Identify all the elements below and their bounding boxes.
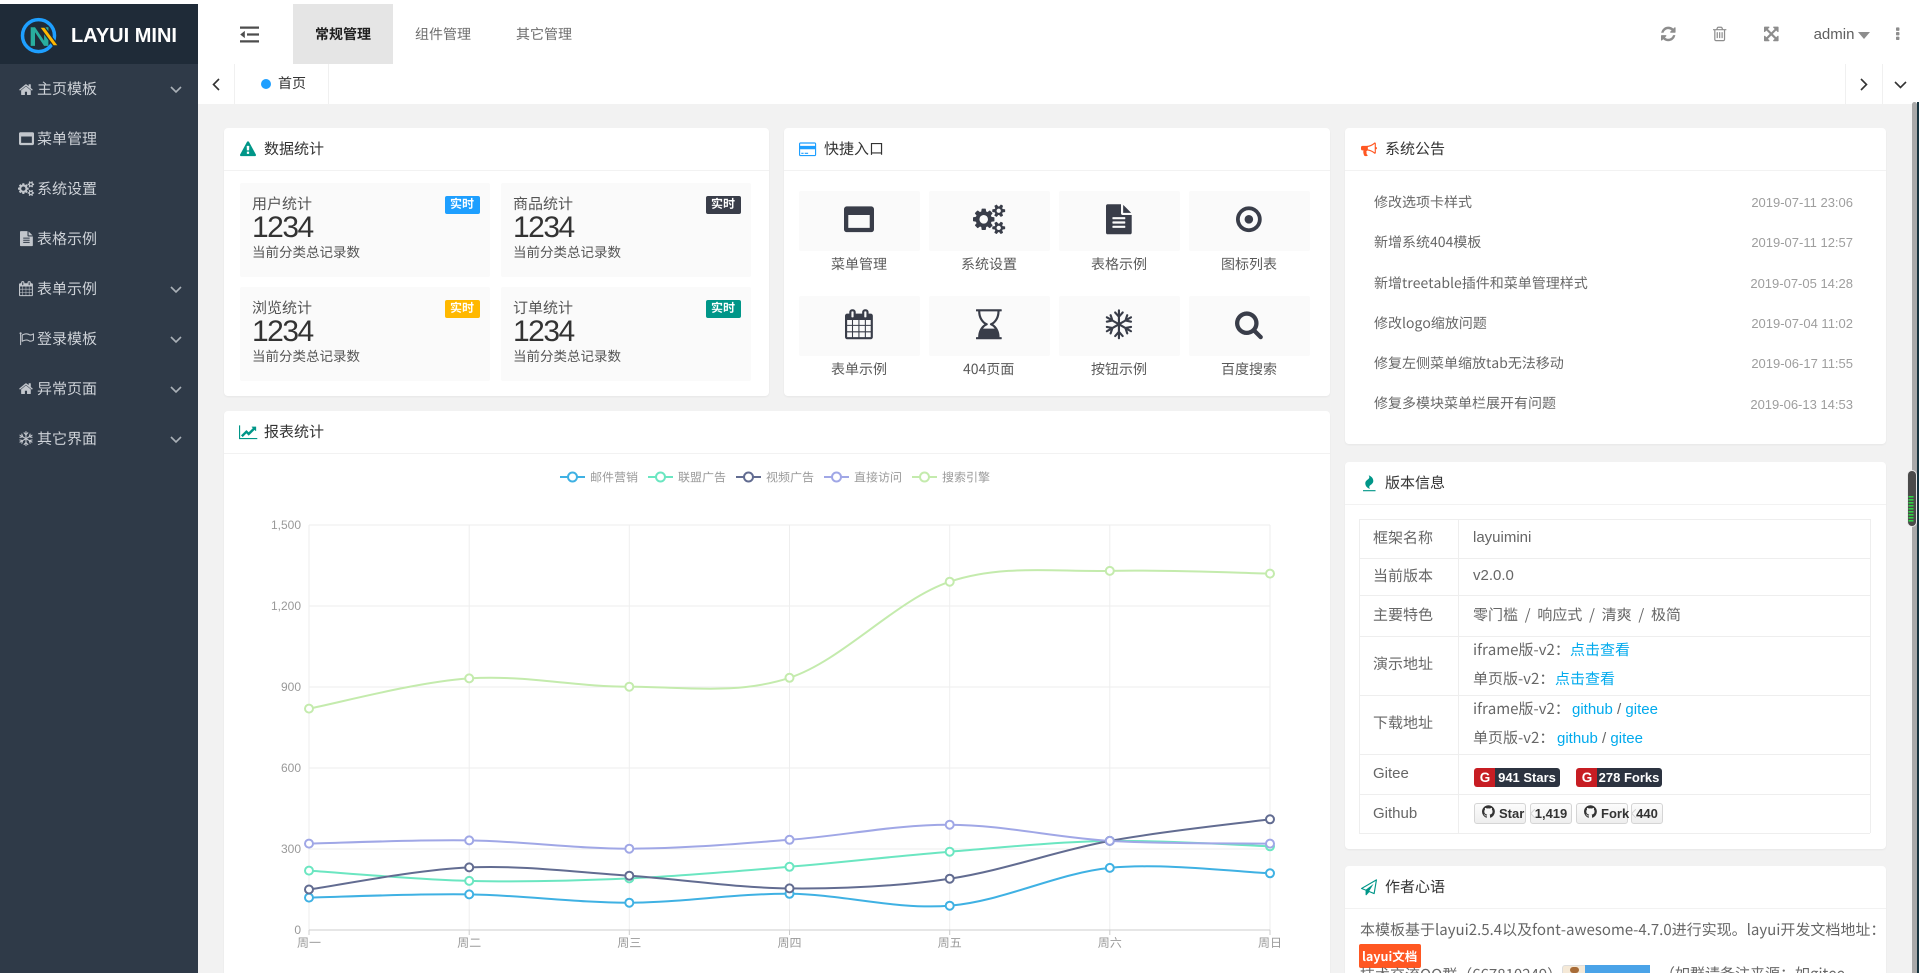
svg-text:1,500: 1,500: [271, 518, 301, 532]
svg-text:600: 600: [281, 761, 301, 775]
svg-text:900: 900: [281, 680, 301, 694]
svg-text:0: 0: [294, 923, 301, 937]
svg-text:1,200: 1,200: [271, 599, 301, 613]
svg-text:300: 300: [281, 842, 301, 856]
